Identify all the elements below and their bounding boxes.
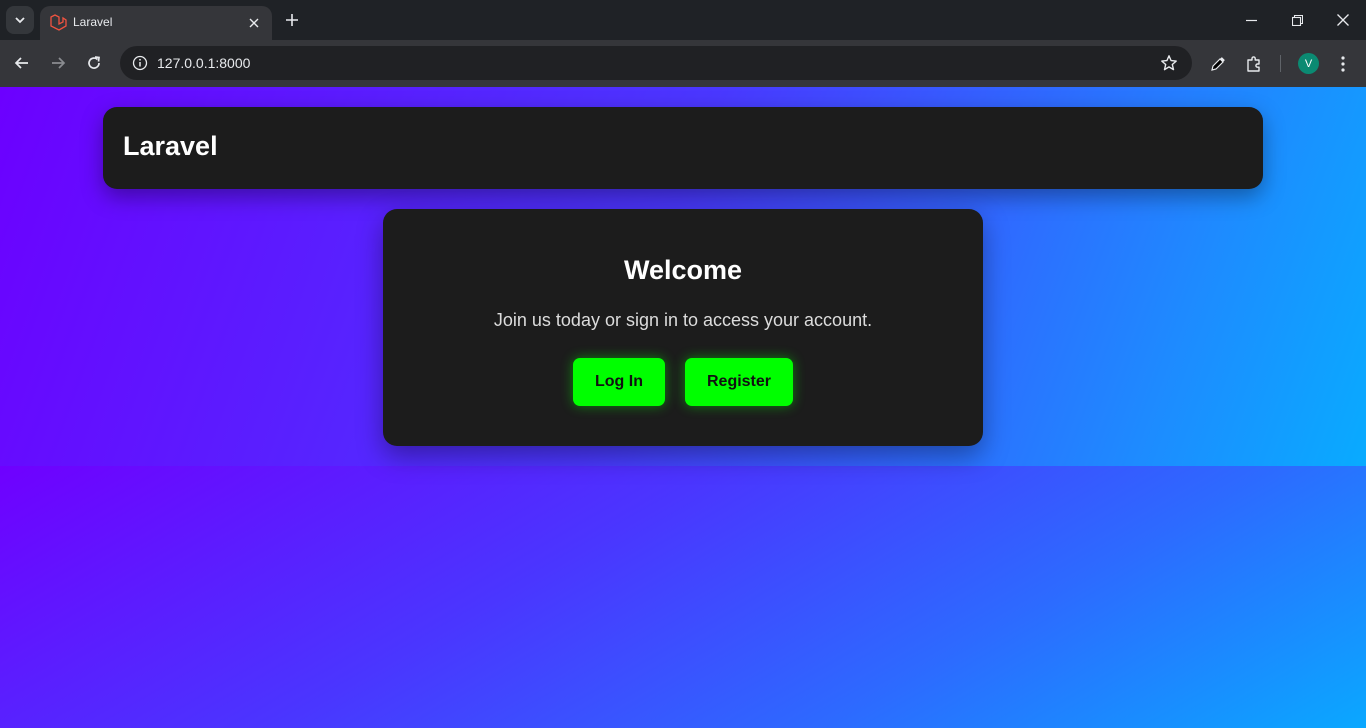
browser-tab[interactable]: Laravel xyxy=(40,6,272,40)
chevron-down-icon xyxy=(15,17,25,24)
welcome-card: Welcome Join us today or sign in to acce… xyxy=(383,209,983,446)
arrow-left-icon xyxy=(14,57,28,69)
tab-title: Laravel xyxy=(73,15,113,29)
toolbar-divider xyxy=(1280,55,1281,72)
login-button[interactable]: Log In xyxy=(573,358,665,406)
arrow-right-icon xyxy=(52,57,66,69)
forward-button[interactable] xyxy=(45,50,71,76)
browser-toolbar: 127.0.0.1:8000 V xyxy=(0,40,1366,87)
minimize-button[interactable] xyxy=(1228,4,1274,36)
close-icon xyxy=(1337,14,1349,26)
tab-strip: Laravel xyxy=(0,0,1366,40)
address-bar[interactable]: 127.0.0.1:8000 xyxy=(120,46,1192,80)
close-window-button[interactable] xyxy=(1320,4,1366,36)
minimize-icon xyxy=(1245,19,1257,21)
register-button[interactable]: Register xyxy=(685,358,793,406)
close-icon xyxy=(249,18,259,28)
puzzle-icon xyxy=(1247,56,1260,72)
extensions-button[interactable] xyxy=(1241,51,1267,77)
browser-menu-button[interactable] xyxy=(1330,51,1356,77)
profile-avatar[interactable]: V xyxy=(1298,53,1319,74)
tab-close-button[interactable] xyxy=(244,13,264,33)
eyedropper-icon xyxy=(1211,57,1225,71)
back-button[interactable] xyxy=(9,50,35,76)
info-icon xyxy=(132,55,148,71)
reload-icon xyxy=(88,56,100,69)
background-band xyxy=(0,466,1366,728)
star-icon xyxy=(1161,55,1177,71)
tab-search-button[interactable] xyxy=(6,6,34,34)
reload-button[interactable] xyxy=(81,50,107,76)
page-viewport: Laravel Welcome Join us today or sign in… xyxy=(0,87,1366,728)
restore-icon xyxy=(1291,14,1303,26)
more-vertical-icon xyxy=(1341,56,1345,72)
eyedropper-button[interactable] xyxy=(1205,51,1231,77)
site-header: Laravel xyxy=(103,107,1263,189)
laravel-icon xyxy=(50,14,67,31)
url-text: 127.0.0.1:8000 xyxy=(157,55,251,71)
new-tab-button[interactable] xyxy=(280,8,304,32)
restore-button[interactable] xyxy=(1274,4,1320,36)
welcome-subtitle: Join us today or sign in to access your … xyxy=(493,310,873,330)
welcome-heading: Welcome xyxy=(623,255,743,285)
bookmark-button[interactable] xyxy=(1158,52,1180,74)
site-info-button[interactable] xyxy=(128,51,152,75)
plus-icon xyxy=(286,14,298,26)
site-title: Laravel xyxy=(123,131,218,161)
